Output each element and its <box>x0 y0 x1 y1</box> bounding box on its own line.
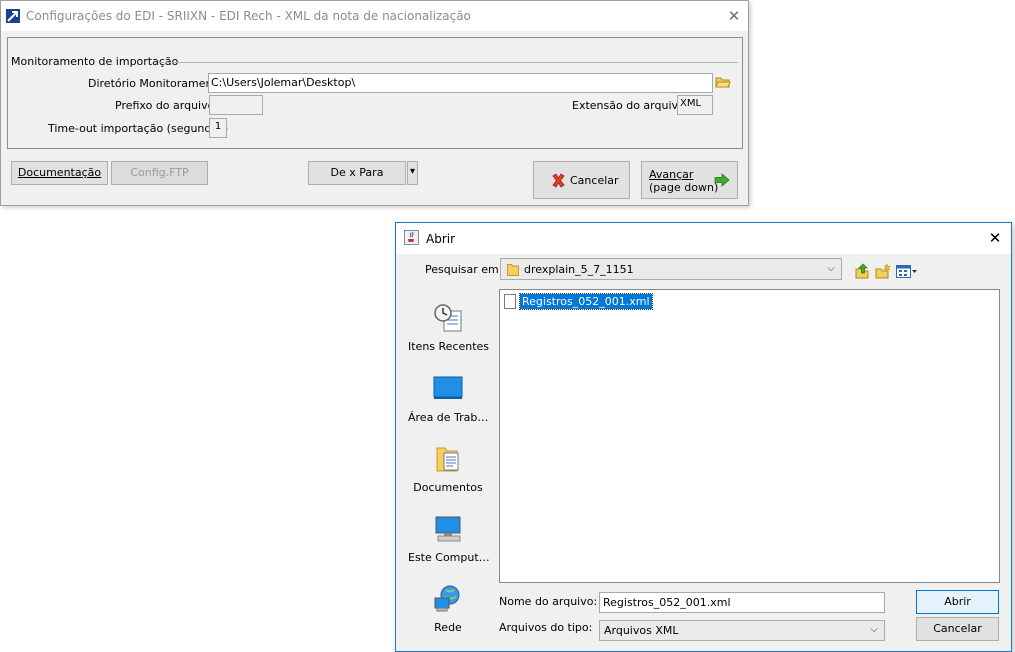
file-name-label: Nome do arquivo: <box>499 595 598 608</box>
app-logo-icon <box>6 9 20 23</box>
folder-icon <box>507 264 519 276</box>
arrow-right-icon <box>714 173 730 187</box>
cancel-label: Cancelar <box>570 174 619 187</box>
desktop-icon <box>433 376 463 399</box>
open-label: Abrir <box>944 595 971 608</box>
place-computer-label: Este Comput… <box>408 551 490 564</box>
monitor-dir-label: Diretório Monitoramento <box>88 77 224 90</box>
group-legend: Monitoramento de importação <box>11 55 181 68</box>
prefix-input[interactable] <box>209 95 263 115</box>
page-down-label: (page down) <box>649 181 719 194</box>
file-list[interactable]: Registros_052_001.xml <box>499 289 1000 583</box>
chevron-down-icon: ⌵ <box>870 624 878 635</box>
place-recent-label: Itens Recentes <box>408 340 490 353</box>
place-desktop-label: Área de Trab… <box>408 411 489 424</box>
place-desktop[interactable]: Área de Trab… <box>408 374 488 424</box>
dialog-cancel-button[interactable]: Cancelar <box>916 617 999 641</box>
file-name-input[interactable]: Registros_052_001.xml <box>599 592 885 613</box>
documents-icon <box>436 447 459 472</box>
config-window-title: Configurações do EDI - SRIIXN - EDI Rech… <box>26 9 471 23</box>
folder-browse-icon[interactable] <box>715 75 731 89</box>
extension-input[interactable]: XML <box>677 95 713 115</box>
timeout-input[interactable]: 1 <box>209 118 227 138</box>
open-button[interactable]: Abrir <box>916 590 999 614</box>
place-network[interactable]: Rede <box>408 584 488 634</box>
group-divider <box>158 62 738 63</box>
prefix-label: Prefixo do arquivo <box>115 99 215 112</box>
look-in-combo[interactable]: drexplain_5_7_1151 ⌵ <box>500 258 842 280</box>
look-in-value: drexplain_5_7_1151 <box>524 263 634 276</box>
chevron-down-icon: ⌵ <box>827 263 835 274</box>
computer-icon <box>435 516 461 542</box>
recent-items-icon <box>434 304 462 332</box>
network-icon <box>434 585 460 612</box>
file-name: Registros_052_001.xml <box>519 293 653 310</box>
file-type-value: Arquivos XML <box>604 624 679 637</box>
timeout-label: Time-out importação (segundos) <box>48 122 229 135</box>
file-type-label: Arquivos do tipo: <box>499 621 593 634</box>
chevron-down-icon: ▾ <box>409 166 416 177</box>
view-menu-icon[interactable] <box>896 263 918 279</box>
config-ftp-label: Config.FTP <box>130 166 189 179</box>
import-monitoring-group: Monitoramento de importação Diretório Mo… <box>7 37 743 149</box>
place-documents-label: Documentos <box>413 481 483 494</box>
place-documents[interactable]: Documentos <box>408 444 488 494</box>
documentation-label: Documentação <box>17 166 102 179</box>
xml-file-icon <box>504 294 516 309</box>
config-ftp-button[interactable]: Config.FTP <box>111 161 208 185</box>
de-x-para-label: De x Para <box>330 166 384 179</box>
extension-label: Extensão do arquivo <box>572 99 685 112</box>
place-recent-items[interactable]: Itens Recentes <box>408 303 490 353</box>
cancel-button[interactable]: Cancelar <box>533 161 630 199</box>
de-x-para-dropdown-button[interactable]: ▾ <box>407 161 418 185</box>
file-type-combo[interactable]: Arquivos XML ⌵ <box>599 620 885 641</box>
look-in-label: Pesquisar em: <box>425 263 503 276</box>
new-folder-icon[interactable] <box>875 263 891 279</box>
open-file-dialog: Abrir ✕ Pesquisar em: drexplain_5_7_1151… <box>395 222 1012 652</box>
close-icon[interactable]: ✕ <box>724 6 744 26</box>
de-x-para-button[interactable]: De x Para <box>308 161 406 185</box>
next-label: Avançar <box>649 168 694 181</box>
monitor-dir-input[interactable]: C:\Users\Jolemar\Desktop\ <box>208 73 713 93</box>
documentation-button[interactable]: Documentação <box>11 161 108 185</box>
java-cup-icon <box>404 230 419 245</box>
dialog-cancel-label: Cancelar <box>933 622 982 635</box>
config-titlebar[interactable]: Configurações do EDI - SRIIXN - EDI Rech… <box>1 1 748 31</box>
place-this-computer[interactable]: Este Comput… <box>408 514 490 564</box>
close-icon[interactable]: ✕ <box>985 228 1005 248</box>
cancel-x-icon <box>552 173 565 188</box>
place-network-label: Rede <box>434 621 462 634</box>
edi-config-window: Configurações do EDI - SRIIXN - EDI Rech… <box>0 0 749 206</box>
open-dialog-title: Abrir <box>426 232 456 246</box>
open-dialog-titlebar[interactable]: Abrir ✕ <box>396 223 1011 254</box>
up-folder-icon[interactable] <box>854 263 870 279</box>
next-page-down-button[interactable]: Avançar (page down) <box>641 161 738 199</box>
